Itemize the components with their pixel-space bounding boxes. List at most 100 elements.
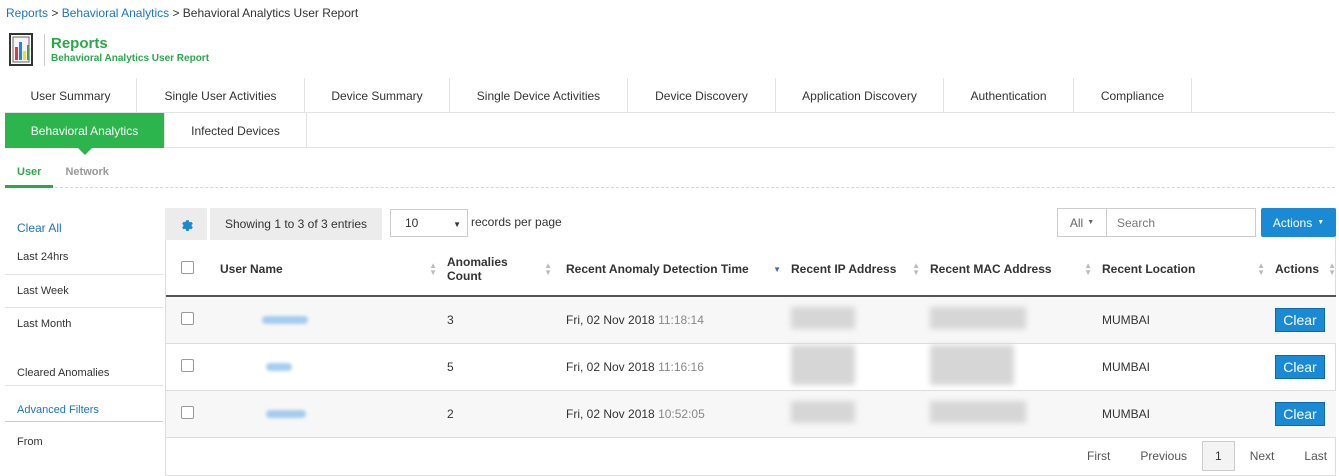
col-label: Recent IP Address	[791, 261, 897, 276]
search-scope-label: All	[1069, 215, 1084, 230]
table-toolbar: Showing 1 to 3 of 3 entries 10 ▼ records…	[165, 208, 1336, 240]
user-name-link-redacted[interactable]	[262, 315, 308, 324]
breadcrumb-current: Behavioral Analytics User Report	[182, 6, 359, 20]
tab-device-summary[interactable]: Device Summary	[305, 78, 450, 113]
filter-last-24hrs[interactable]: Last 24hrs	[5, 244, 163, 275]
filter-from-label: From	[17, 436, 43, 448]
table-row: 2 Fri, 02 Nov 2018 10:52:05 MUMBAI Clear	[166, 390, 1336, 438]
records-per-page-select[interactable]: 10 ▼	[390, 209, 468, 237]
user-name-link-redacted[interactable]	[266, 362, 292, 371]
col-label: Anomalies Count	[447, 254, 508, 283]
breadcrumb-sep: >	[169, 6, 183, 20]
records-per-page-label: records per page	[471, 215, 562, 229]
row-checkbox[interactable]	[181, 405, 194, 419]
breadcrumb-behavioral-analytics[interactable]: Behavioral Analytics	[62, 6, 169, 20]
tab-compliance[interactable]: Compliance	[1074, 78, 1192, 113]
tab-device-discovery[interactable]: Device Discovery	[628, 78, 776, 113]
row-checkbox[interactable]	[181, 358, 194, 372]
tab-user-summary[interactable]: User Summary	[5, 78, 137, 113]
detection-date: Fri, 02 Nov 2018	[566, 312, 655, 327]
page-subtitle: Behavioral Analytics User Report	[51, 53, 210, 64]
filter-cleared-anomalies[interactable]: Cleared Anomalies	[5, 341, 163, 386]
column-settings-button[interactable]	[165, 208, 207, 240]
subtab-network[interactable]: Network	[53, 160, 120, 187]
page-current-button[interactable]: 1	[1202, 441, 1235, 471]
user-name-link-redacted[interactable]	[266, 409, 306, 418]
advanced-filters-link[interactable]: Advanced Filters	[5, 386, 163, 422]
breadcrumb-reports[interactable]: Reports	[6, 6, 48, 20]
tab-row-1: User Summary Single User Activities Devi…	[5, 78, 1335, 113]
mac-address-redacted	[930, 345, 1014, 385]
col-recent-mac-address[interactable]: Recent MAC Address ▲ ▼	[924, 242, 1096, 297]
actions-dropdown-button[interactable]: Actions ▼	[1261, 208, 1336, 237]
mac-address-redacted	[930, 307, 1026, 330]
tab-single-device-activities[interactable]: Single Device Activities	[450, 78, 628, 113]
anomalies-count-cell: 3	[441, 296, 556, 344]
report-tabs: User Summary Single User Activities Devi…	[5, 78, 1335, 155]
search-input[interactable]	[1106, 208, 1256, 237]
report-book-icon	[8, 33, 36, 67]
user-name-cell	[214, 390, 441, 438]
ip-address-redacted	[791, 307, 855, 330]
mac-address-cell	[924, 343, 1096, 391]
ip-address-redacted	[791, 401, 855, 423]
header-divider	[44, 34, 45, 66]
search-scope-dropdown[interactable]: All ▼	[1057, 208, 1107, 237]
col-recent-ip-address[interactable]: Recent IP Address ▲ ▼	[785, 242, 924, 297]
tab-row-2: Behavioral Analytics Infected Devices	[5, 113, 1335, 155]
detection-time: 11:18:14	[658, 312, 704, 327]
page-title: Reports	[51, 35, 108, 52]
breadcrumb: Reports > Behavioral Analytics > Behavio…	[6, 6, 358, 20]
clear-button[interactable]: Clear	[1275, 354, 1325, 379]
caret-down-icon: ▼	[453, 220, 461, 229]
filter-last-week[interactable]: Last Week	[5, 275, 163, 308]
sort-icon: ▲ ▼	[1257, 261, 1265, 277]
detection-time-cell: Fri, 02 Nov 2018 11:18:14	[556, 296, 785, 344]
col-anomalies-count[interactable]: Anomalies Count ▲ ▼	[441, 242, 556, 297]
tab-behavioral-analytics[interactable]: Behavioral Analytics	[5, 113, 165, 155]
tab-single-user-activities[interactable]: Single User Activities	[137, 78, 305, 113]
tab-application-discovery[interactable]: Application Discovery	[776, 78, 944, 113]
mac-address-cell	[924, 296, 1096, 344]
filter-last-month[interactable]: Last Month	[5, 308, 163, 341]
select-all-checkbox[interactable]	[181, 260, 194, 274]
clear-all-link[interactable]: Clear All	[5, 210, 163, 244]
col-label: Recent Anomaly Detection Time	[566, 261, 749, 276]
gear-icon	[182, 220, 193, 231]
ip-address-cell	[785, 390, 924, 438]
actions-cell: Clear	[1269, 343, 1336, 391]
sort-icon: ▲ ▼	[912, 261, 920, 277]
subtab-user[interactable]: User	[5, 160, 54, 188]
clear-button[interactable]: Clear	[1275, 307, 1325, 332]
ip-address-cell	[785, 343, 924, 391]
ip-address-redacted	[791, 345, 855, 385]
detection-time: 10:52:05	[658, 406, 705, 421]
row-select-cell	[166, 296, 214, 344]
col-user-name[interactable]: User Name ▲ ▼	[214, 242, 441, 297]
page-last-button[interactable]: Last	[1289, 449, 1335, 463]
breadcrumb-sep: >	[48, 6, 62, 20]
col-recent-location[interactable]: Recent Location ▲ ▼	[1096, 242, 1269, 297]
col-label: Recent Location	[1102, 261, 1196, 276]
tab-infected-devices[interactable]: Infected Devices	[165, 113, 307, 148]
detection-date: Fri, 02 Nov 2018	[566, 406, 655, 421]
anomalies-count-cell: 2	[441, 390, 556, 438]
row-checkbox[interactable]	[181, 311, 194, 325]
entries-info: Showing 1 to 3 of 3 entries	[210, 208, 382, 240]
location-cell: MUMBAI	[1096, 343, 1269, 391]
col-actions[interactable]: Actions ▲ ▼	[1269, 242, 1336, 297]
mac-address-redacted	[930, 401, 1026, 423]
page-first-button[interactable]: First	[1072, 449, 1125, 463]
sort-icon: ▲ ▼	[1328, 261, 1336, 277]
detection-time-cell: Fri, 02 Nov 2018 11:16:16	[556, 343, 785, 391]
sort-icon: ▲ ▼	[544, 261, 552, 277]
col-label: User Name	[220, 261, 283, 276]
anomalies-count-cell: 5	[441, 343, 556, 391]
col-label: Recent MAC Address	[930, 261, 1052, 276]
col-recent-anomaly-detection-time[interactable]: Recent Anomaly Detection Time ▼	[556, 242, 785, 297]
detection-time: 11:16:16	[658, 359, 704, 374]
page-next-button[interactable]: Next	[1235, 449, 1290, 463]
clear-button[interactable]: Clear	[1275, 401, 1325, 426]
page-previous-button[interactable]: Previous	[1125, 449, 1202, 463]
tab-authentication[interactable]: Authentication	[944, 78, 1074, 113]
